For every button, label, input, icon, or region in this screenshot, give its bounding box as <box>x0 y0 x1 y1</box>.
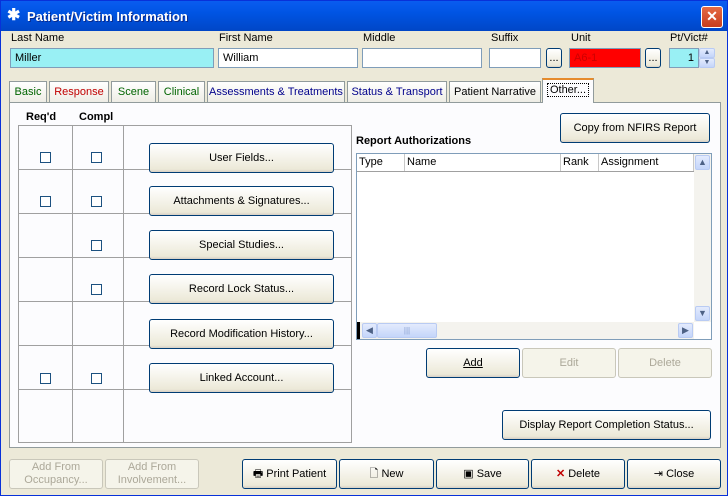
unit-lookup-button[interactable]: ... <box>645 48 661 68</box>
vertical-scrollbar[interactable]: ▲ ▼ <box>694 154 711 322</box>
suffix-lookup-button[interactable]: ... <box>546 48 562 68</box>
report-authorizations-title: Report Authorizations <box>356 135 472 147</box>
new-document-icon: 🗋 <box>369 468 379 480</box>
display-report-completion-button[interactable]: Display Report Completion Status... <box>502 410 711 440</box>
column-rank[interactable]: Rank <box>561 154 599 171</box>
tab-scene[interactable]: Scene <box>111 81 156 102</box>
reqd-checkbox-user-fields[interactable] <box>40 152 51 163</box>
horizontal-scrollbar[interactable]: ◀ ||| ▶ <box>357 322 694 339</box>
column-name[interactable]: Name <box>405 154 561 171</box>
pt-vict-field[interactable]: 1 <box>669 48 699 68</box>
suffix-label: Suffix <box>491 32 519 44</box>
add-authorization-button[interactable]: Add <box>426 348 520 378</box>
reqd-header: Req'd <box>26 111 57 123</box>
tab-status-transport[interactable]: Status & Transport <box>347 81 447 102</box>
compl-checkbox-user-fields[interactable] <box>91 152 102 163</box>
scroll-down-icon[interactable]: ▼ <box>695 306 710 321</box>
new-button[interactable]: 🗋 New <box>339 459 434 489</box>
copy-from-nfirs-button[interactable]: Copy from NFIRS Report <box>560 113 710 143</box>
record-lock-status-button[interactable]: Record Lock Status... <box>149 274 334 304</box>
user-fields-button[interactable]: User Fields... <box>149 143 334 173</box>
delete-authorization-button[interactable]: Delete <box>618 348 712 378</box>
middle-field[interactable] <box>362 48 482 68</box>
edit-authorization-button[interactable]: Edit <box>522 348 616 378</box>
compl-checkbox-linked-account[interactable] <box>91 373 102 384</box>
window-close-button[interactable]: ✕ <box>701 6 723 28</box>
tab-assessments-treatments[interactable]: Assessments & Treatments <box>207 81 345 102</box>
title-bar: ✱ Patient/Victim Information ✕ <box>1 1 727 31</box>
report-authorizations-list[interactable]: Type Name Rank Assignment ▲ ▼ ◀ ||| ▶ <box>356 153 712 340</box>
last-name-field[interactable]: Miller <box>10 48 214 68</box>
exit-door-icon: ⇥ <box>653 468 664 480</box>
reqd-checkbox-attachments[interactable] <box>40 196 51 207</box>
suffix-field[interactable] <box>489 48 541 68</box>
patient-victim-window: ✱ Patient/Victim Information ✕ Last Name… <box>0 0 728 496</box>
column-type[interactable]: Type <box>357 154 405 171</box>
unit-field[interactable]: A6-1 <box>569 48 641 68</box>
add-from-involvement-button[interactable]: Add From Involvement... <box>105 459 199 489</box>
reqd-checkbox-linked-account[interactable] <box>40 373 51 384</box>
delete-button[interactable]: ✕ Delete <box>531 459 625 489</box>
scroll-up-icon[interactable]: ▲ <box>695 155 710 170</box>
window-title: Patient/Victim Information <box>27 9 188 24</box>
record-modification-history-button[interactable]: Record Modification History... <box>149 319 334 349</box>
other-tab-panel: Req'd Compl User Fields... Attachments &… <box>9 102 721 448</box>
tab-patient-narrative[interactable]: Patient Narrative <box>449 81 541 102</box>
tab-basic[interactable]: Basic <box>9 81 47 102</box>
attachments-signatures-button[interactable]: Attachments & Signatures... <box>149 186 334 216</box>
add-from-occupancy-button[interactable]: Add From Occupancy... <box>9 459 103 489</box>
delete-x-icon: ✕ <box>555 468 566 480</box>
compl-header: Compl <box>79 111 114 123</box>
spin-down-icon[interactable]: ▼ <box>699 58 715 68</box>
scroll-thumb[interactable]: ||| <box>377 323 437 338</box>
compl-checkbox-attachments[interactable] <box>91 196 102 207</box>
tab-response[interactable]: Response <box>49 81 109 102</box>
column-assignment[interactable]: Assignment <box>599 154 694 171</box>
tab-other[interactable]: Other... <box>542 78 594 103</box>
special-studies-button[interactable]: Special Studies... <box>149 230 334 260</box>
close-button[interactable]: ⇥ Close <box>627 459 721 489</box>
last-name-label: Last Name <box>11 32 65 44</box>
compl-checkbox-special-studies[interactable] <box>91 240 102 251</box>
record-options-grid: Req'd Compl User Fields... Attachments &… <box>18 111 352 443</box>
first-name-label: First Name <box>219 32 273 44</box>
tab-clinical[interactable]: Clinical <box>158 81 205 102</box>
save-button[interactable]: ▣ Save <box>436 459 529 489</box>
compl-checkbox-record-lock[interactable] <box>91 284 102 295</box>
scroll-right-icon[interactable]: ▶ <box>678 323 693 338</box>
pt-vict-label: Pt/Vict# <box>670 32 708 44</box>
floppy-disk-icon: ▣ <box>463 468 474 480</box>
pt-vict-spinner[interactable]: ▲ ▼ <box>699 48 715 68</box>
linked-account-button[interactable]: Linked Account... <box>149 363 334 393</box>
spin-up-icon[interactable]: ▲ <box>699 48 715 58</box>
unit-label: Unit <box>571 32 591 44</box>
printer-icon: 🖶 <box>252 468 264 480</box>
print-patient-button[interactable]: 🖶 Print Patient <box>242 459 337 489</box>
first-name-field[interactable]: William <box>218 48 358 68</box>
star-of-life-icon: ✱ <box>7 7 21 24</box>
middle-label: Middle <box>363 32 396 44</box>
scroll-left-icon[interactable]: ◀ <box>362 323 377 338</box>
